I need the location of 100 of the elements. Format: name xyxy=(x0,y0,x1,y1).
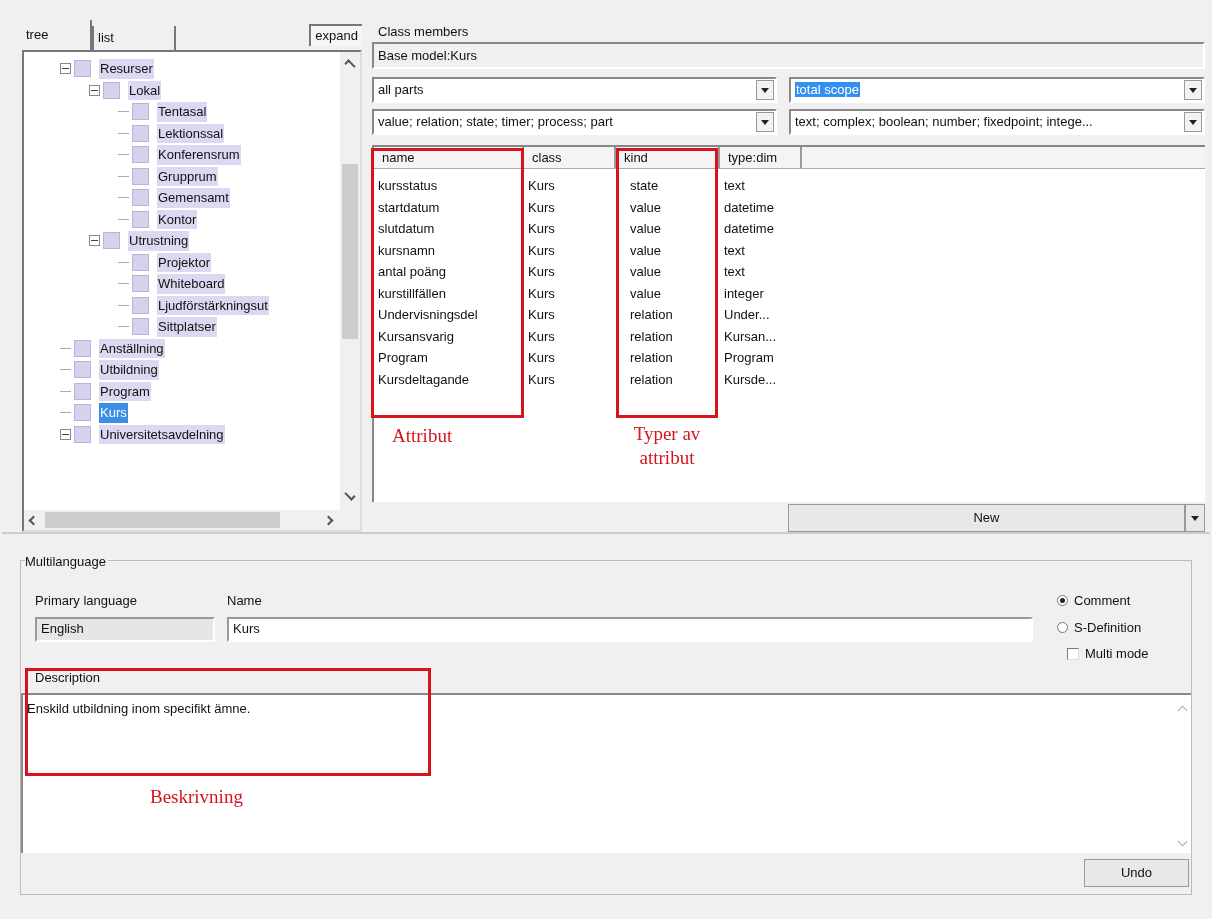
collapse-icon[interactable] xyxy=(89,235,100,247)
annotation-label: Beskrivning xyxy=(150,785,243,809)
table-cell: text xyxy=(724,242,745,258)
checkbox[interactable] xyxy=(1067,647,1079,660)
table-cell: Program xyxy=(724,350,774,365)
tree-item[interactable]: Kontor xyxy=(157,209,198,229)
vertical-scrollbar[interactable] xyxy=(340,52,360,510)
table-cell: value xyxy=(630,221,662,236)
table-cell: Kursan... xyxy=(724,328,777,344)
table-cell: antal poäng xyxy=(378,264,446,279)
table-cell: slutdatum xyxy=(378,221,435,236)
table-cell: Kurs xyxy=(528,350,555,365)
table-cell: Kurs xyxy=(528,178,555,193)
caret-icon xyxy=(1189,119,1197,125)
base-model-field: Base model:Kurs xyxy=(372,42,1205,69)
table-cell: datetime xyxy=(724,221,774,236)
tab[interactable]: list xyxy=(92,26,176,50)
tree-item[interactable]: Grupprum xyxy=(157,166,218,186)
table-cell: Kurs xyxy=(528,221,555,236)
table-cell: Kurs xyxy=(528,307,555,322)
field-label: Description xyxy=(35,668,101,687)
class-icon xyxy=(103,232,120,250)
tree-item[interactable]: Utbildning xyxy=(99,360,159,380)
table-cell: value xyxy=(630,199,662,215)
tree-item[interactable]: Projektor xyxy=(157,252,212,272)
table-cell: integer xyxy=(724,285,764,301)
class-icon xyxy=(74,425,91,443)
option-label[interactable]: Multi mode xyxy=(1085,644,1149,664)
scrollbar-thumb[interactable] xyxy=(342,164,358,339)
table-cell: Kurs xyxy=(528,264,555,279)
undo-button[interactable]: Undo xyxy=(1084,859,1189,887)
table-cell: value xyxy=(630,285,662,301)
tree-item[interactable]: Sittplatser xyxy=(157,317,217,337)
tree-item[interactable]: Program xyxy=(99,381,151,401)
table-cell: Kursdeltagande xyxy=(378,371,470,387)
language-field: English xyxy=(35,616,215,642)
radio-button[interactable] xyxy=(1057,621,1068,633)
tree-item[interactable]: Tentasal xyxy=(157,102,208,122)
table-cell: text xyxy=(724,264,745,279)
table-cell: relation xyxy=(630,328,673,344)
new-button[interactable]: New xyxy=(788,504,1185,532)
tree-item[interactable]: Whiteboard xyxy=(157,274,226,294)
tree-item[interactable]: Ljudförstärkningsut xyxy=(157,295,269,315)
table-cell: Program xyxy=(378,350,428,365)
table-cell: relation xyxy=(630,350,673,365)
description-text: Enskild utbildning inom specifikt ämne. xyxy=(27,701,251,716)
table-cell: state xyxy=(630,178,659,193)
field-label: Primary language xyxy=(35,592,138,610)
table-cell: Kurs xyxy=(528,199,555,215)
tree-item[interactable]: Anställning xyxy=(99,338,165,358)
table-cell: Under... xyxy=(724,307,770,322)
dropdown[interactable]: value; relation; state; timer; process; part xyxy=(372,109,777,135)
collapse-icon[interactable] xyxy=(60,428,71,440)
new-menu-button[interactable] xyxy=(1185,504,1205,532)
radio-button[interactable] xyxy=(1057,595,1068,607)
table-cell: datetime xyxy=(724,199,774,215)
class-icon xyxy=(103,81,120,99)
table-cell: value xyxy=(630,264,662,279)
tree-item[interactable]: Lektionssal xyxy=(157,123,225,143)
table-cell: kursstatus xyxy=(378,178,438,193)
class-icon xyxy=(132,253,149,271)
panel-title: Class members xyxy=(378,24,469,39)
tree-item[interactable]: Gemensamt xyxy=(157,188,230,208)
caret-icon xyxy=(761,119,769,125)
caret-icon xyxy=(761,87,769,93)
annotation-label: Attribut xyxy=(392,424,453,448)
class-icon xyxy=(132,167,149,185)
expand-button[interactable]: expand xyxy=(309,24,362,46)
caret-icon xyxy=(1189,87,1197,93)
class-icon xyxy=(132,189,149,207)
scrollbar-thumb[interactable] xyxy=(45,512,280,528)
name-field[interactable]: Kurs xyxy=(227,616,1033,642)
dropdown[interactable]: all parts xyxy=(372,77,777,103)
option-label[interactable]: S-Definition xyxy=(1074,617,1142,637)
table-cell: Kursansvarig xyxy=(378,328,454,344)
field-label: Name xyxy=(227,592,263,610)
class-icon xyxy=(132,124,149,142)
table-cell: Kurs xyxy=(528,242,555,258)
class-icon xyxy=(74,404,91,422)
class-icon xyxy=(132,275,149,293)
class-icon xyxy=(132,210,149,228)
tree-item[interactable]: Lokal xyxy=(128,80,162,100)
collapse-icon[interactable] xyxy=(60,63,71,75)
tree-item[interactable]: Utrustning xyxy=(128,231,190,251)
tree-item[interactable]: Universitetsavdelning xyxy=(99,424,225,444)
tree-item[interactable]: Konferensrum xyxy=(157,145,241,165)
tree-item[interactable]: Resurser xyxy=(99,59,154,79)
column-header[interactable]: class xyxy=(524,147,616,168)
column-header[interactable]: type:dim xyxy=(720,147,802,168)
table-cell: Kursde... xyxy=(724,371,777,387)
class-icon xyxy=(74,339,91,357)
option-label[interactable]: Comment xyxy=(1074,591,1131,611)
table-cell: startdatum xyxy=(378,199,440,215)
horizontal-scrollbar[interactable] xyxy=(24,510,360,530)
dropdown[interactable]: text; complex; boolean; number; fixedpoint; intege... xyxy=(789,109,1205,135)
table-cell: text xyxy=(724,178,745,193)
table-cell: relation xyxy=(630,371,673,387)
table-cell: kursnamn xyxy=(378,242,436,258)
caret-icon xyxy=(1191,515,1199,521)
collapse-icon[interactable] xyxy=(89,84,100,96)
